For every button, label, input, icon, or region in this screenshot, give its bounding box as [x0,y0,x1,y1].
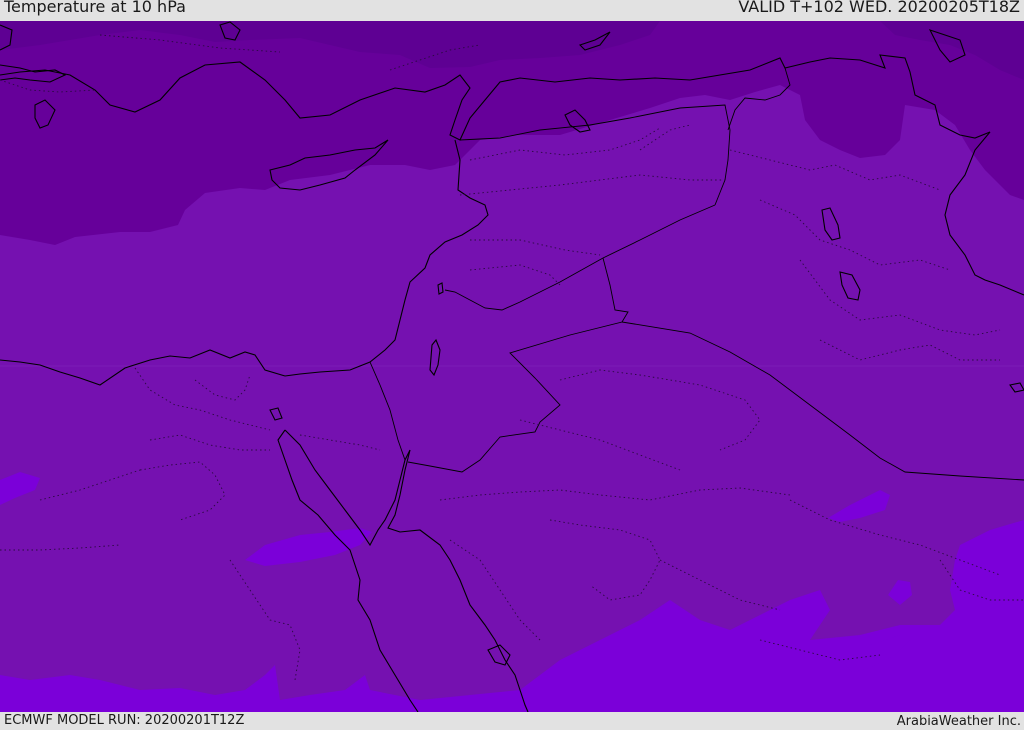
footer-bar: ECMWF MODEL RUN: 20200201T12Z ArabiaWeat… [0,712,1024,729]
map-area[interactable] [0,21,1024,712]
weather-map[interactable] [0,21,1024,712]
valid-time: VALID T+102 WED. 20200205T18Z [738,0,1020,16]
credit-label: ArabiaWeather Inc. [896,714,1021,729]
map-title: Temperature at 10 hPa [4,0,186,16]
model-run: ECMWF MODEL RUN: 20200201T12Z [4,713,245,728]
header-bar: Temperature at 10 hPa VALID T+102 WED. 2… [0,0,1024,21]
